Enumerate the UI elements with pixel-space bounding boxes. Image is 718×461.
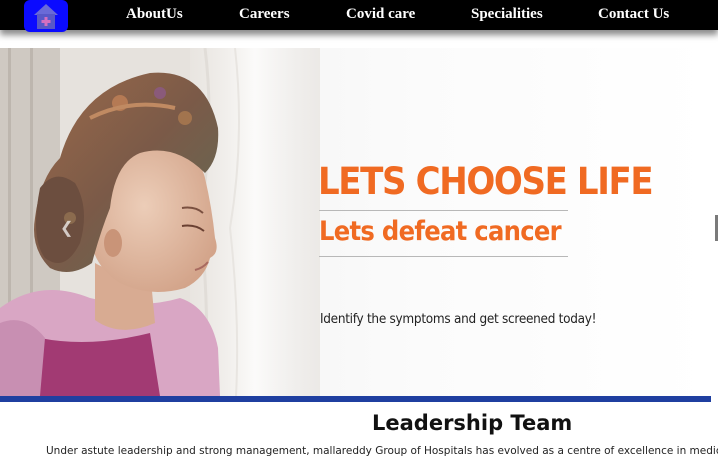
chevron-left-icon[interactable]: ❮ [60,218,78,238]
leadership-heading: Leadership Team [372,411,573,435]
nav-about-us[interactable]: AboutUs [126,6,183,23]
hero-title: LETS CHOOSE LIFE [318,160,654,203]
nav-careers[interactable]: Careers [239,6,290,23]
hero-banner[interactable]: ❮ LETS CHOOSE LIFE Lets defeat cancer Id… [0,48,711,396]
top-navbar: AboutUs Careers Covid care Specialities … [0,0,718,32]
hero-photo [0,48,320,396]
nav-specialities[interactable]: Specialities [471,6,543,23]
hero-subtitle: Lets defeat cancer [319,216,562,247]
leadership-intro: Under astute leadership and strong manag… [46,445,718,457]
site-logo[interactable] [24,0,68,32]
hospital-house-icon [34,4,58,29]
hero-divider [319,256,568,257]
nav-covid-care[interactable]: Covid care [346,6,415,23]
hero-divider [319,210,568,211]
section-divider-band [0,396,711,402]
hero-tagline: Identify the symptoms and get screened t… [320,312,597,327]
nav-contact-us[interactable]: Contact Us [598,6,669,23]
